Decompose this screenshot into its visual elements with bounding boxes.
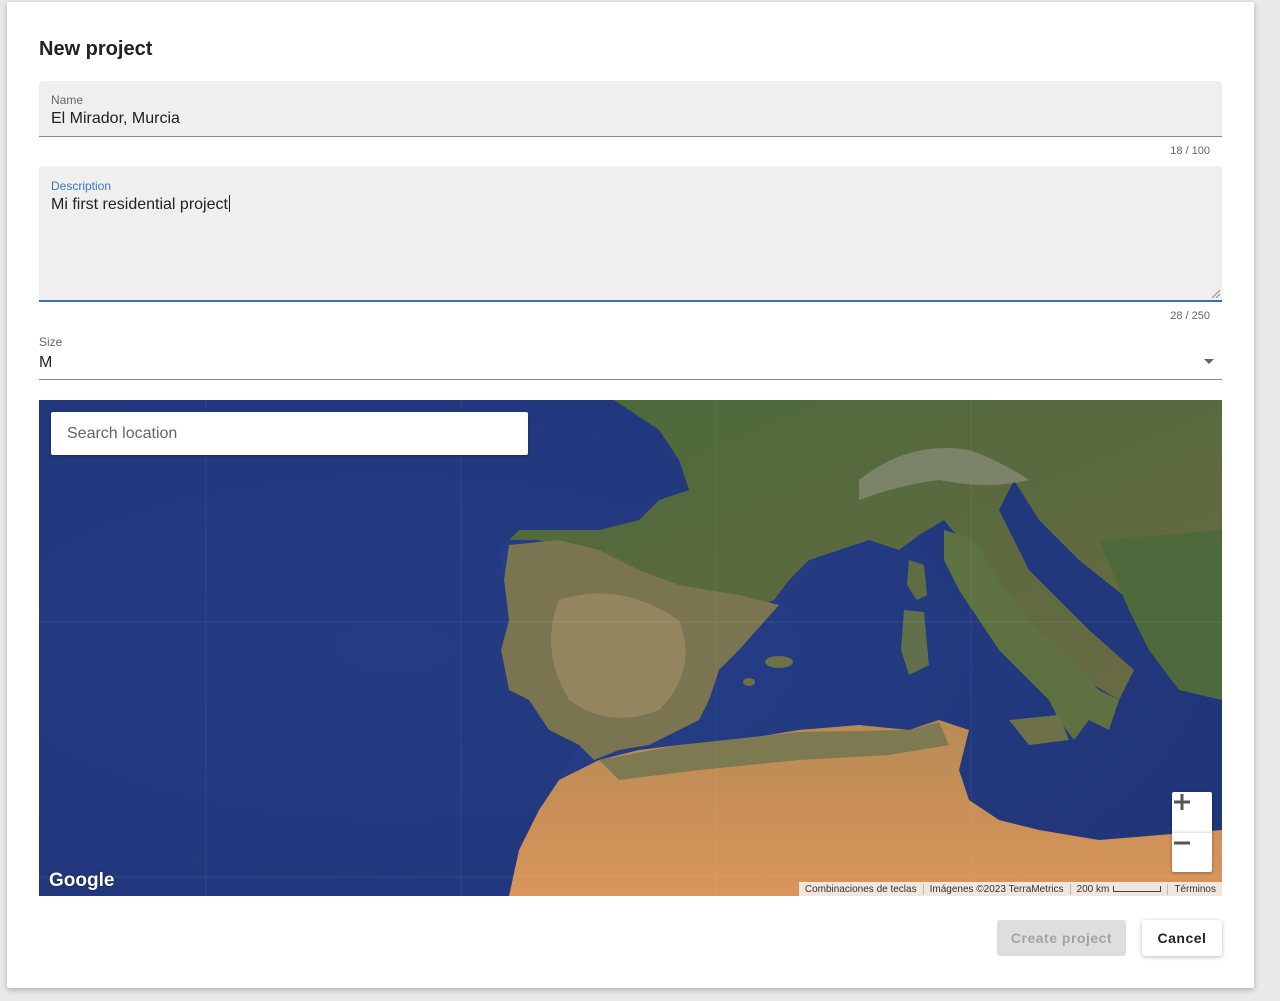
size-value: M (39, 354, 53, 371)
zoom-in-button[interactable] (1172, 792, 1212, 832)
scale-label: 200 km (1076, 883, 1110, 895)
location-map[interactable]: Google Combinaciones de teclas Imágenes … (39, 400, 1222, 896)
satellite-map-image (39, 400, 1222, 896)
name-input[interactable]: El Mirador, Murcia (51, 110, 180, 128)
resize-handle-icon[interactable] (1212, 290, 1220, 298)
map-attribution-bar: Combinaciones de teclas Imágenes ©2023 T… (798, 882, 1222, 896)
plus-icon (1174, 794, 1190, 810)
description-textarea[interactable]: Mi first residential project (51, 195, 230, 214)
keyboard-shortcuts-link[interactable]: Combinaciones de teclas (799, 884, 923, 895)
dropdown-arrow-icon (1204, 359, 1214, 364)
name-char-counter: 18 / 100 (1170, 145, 1210, 157)
description-label: Description (51, 179, 112, 193)
description-field[interactable]: Description Mi first residential project (39, 166, 1222, 302)
terms-link[interactable]: Términos (1167, 883, 1222, 895)
google-logo: Google (49, 870, 115, 891)
minus-icon (1174, 841, 1190, 845)
new-project-dialog: New project Name El Mirador, Murcia 18 /… (7, 2, 1254, 988)
scale-bar-icon (1113, 885, 1162, 892)
create-project-button[interactable]: Create project (997, 920, 1126, 956)
name-label: Name (51, 93, 84, 107)
zoom-out-button[interactable] (1172, 832, 1212, 872)
cancel-button[interactable]: Cancel (1142, 920, 1222, 956)
description-text: Mi first residential project (51, 196, 228, 213)
name-field[interactable]: Name El Mirador, Murcia (39, 81, 1222, 137)
dialog-title: New project (39, 38, 153, 60)
description-char-counter: 28 / 250 (1170, 310, 1210, 322)
size-select[interactable]: Size M (39, 335, 1222, 380)
size-label: Size (39, 335, 63, 349)
search-location-input[interactable] (51, 412, 528, 455)
scale-indicator[interactable]: 200 km (1069, 883, 1168, 895)
imagery-credit: Imágenes ©2023 TerraMetrics (922, 883, 1070, 895)
text-caret (228, 195, 230, 212)
